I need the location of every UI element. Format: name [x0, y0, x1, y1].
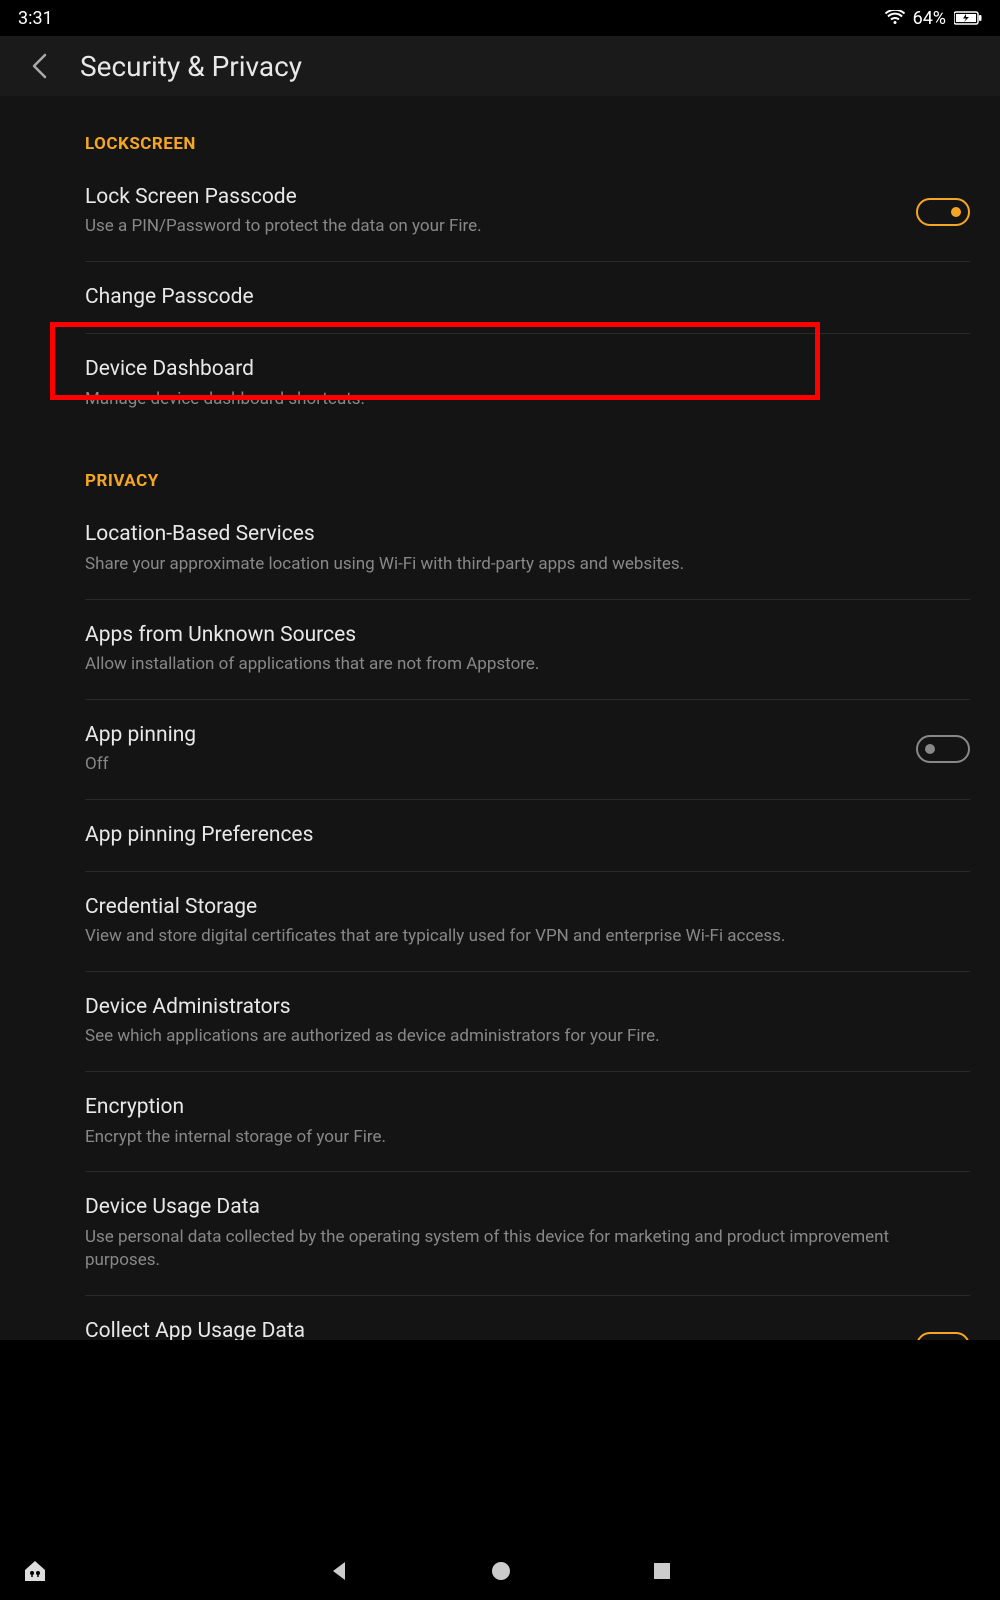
row-device-dashboard[interactable]: Device Dashboard Manage device dashboard…: [85, 334, 970, 433]
navigation-bar: [0, 1546, 1000, 1600]
row-title: Apps from Unknown Sources: [85, 622, 950, 649]
row-apps-unknown-sources[interactable]: Apps from Unknown Sources Allow installa…: [85, 600, 970, 700]
row-title: App pinning Preferences: [85, 822, 950, 849]
row-subtitle: Encrypt the internal storage of your Fir…: [85, 1126, 950, 1150]
row-title: Credential Storage: [85, 894, 950, 921]
nav-home-icon[interactable]: [490, 1560, 512, 1586]
row-title: Collect App Usage Data: [85, 1318, 896, 1340]
page-title: Security & Privacy: [80, 50, 302, 83]
row-subtitle: See which applications are authorized as…: [85, 1025, 950, 1049]
row-title: Lock Screen Passcode: [85, 184, 896, 211]
row-app-pinning[interactable]: App pinning Off: [85, 700, 970, 800]
battery-icon: [954, 11, 982, 25]
row-subtitle: Manage device dashboard shortcuts.: [85, 388, 950, 412]
row-credential-storage[interactable]: Credential Storage View and store digita…: [85, 872, 970, 972]
row-app-pinning-preferences[interactable]: App pinning Preferences: [85, 800, 970, 872]
back-icon[interactable]: [30, 52, 50, 80]
row-subtitle: Use a PIN/Password to protect the data o…: [85, 215, 896, 239]
section-lockscreen: LOCKSCREEN: [85, 96, 970, 162]
row-title: Device Usage Data: [85, 1194, 950, 1221]
status-bar: 3:31 64%: [0, 0, 1000, 36]
section-privacy: PRIVACY: [85, 433, 970, 499]
row-title: Location-Based Services: [85, 521, 950, 548]
toggle-app-pinning[interactable]: [916, 735, 970, 763]
row-location-based-services[interactable]: Location-Based Services Share your appro…: [85, 499, 970, 599]
toggle-collect-app-usage[interactable]: [916, 1332, 970, 1340]
row-change-passcode[interactable]: Change Passcode: [85, 262, 970, 334]
battery-percent: 64%: [913, 8, 946, 29]
content-area: LOCKSCREEN Lock Screen Passcode Use a PI…: [0, 96, 1000, 1340]
row-title: Device Dashboard: [85, 356, 950, 383]
row-collect-app-usage-data[interactable]: Collect App Usage Data Allow Appstore to…: [85, 1296, 970, 1340]
row-subtitle: View and store digital certificates that…: [85, 925, 950, 949]
row-device-usage-data[interactable]: Device Usage Data Use personal data coll…: [85, 1172, 970, 1296]
toggle-lock-screen-passcode[interactable]: [916, 198, 970, 226]
row-subtitle: Allow installation of applications that …: [85, 653, 950, 677]
row-title: App pinning: [85, 722, 896, 749]
row-title: Encryption: [85, 1094, 950, 1121]
row-subtitle: Off: [85, 753, 896, 777]
nav-recent-icon[interactable]: [652, 1561, 672, 1585]
smart-home-icon[interactable]: [22, 1558, 48, 1588]
status-time: 3:31: [18, 8, 53, 29]
wifi-icon: [885, 10, 905, 26]
row-subtitle: Share your approximate location using Wi…: [85, 553, 950, 577]
row-encryption[interactable]: Encryption Encrypt the internal storage …: [85, 1072, 970, 1172]
row-title: Device Administrators: [85, 994, 950, 1021]
row-subtitle: Use personal data collected by the opera…: [85, 1226, 950, 1274]
app-header: Security & Privacy: [0, 36, 1000, 96]
row-device-administrators[interactable]: Device Administrators See which applicat…: [85, 972, 970, 1072]
row-title: Change Passcode: [85, 284, 950, 311]
nav-back-icon[interactable]: [328, 1560, 350, 1586]
row-lock-screen-passcode[interactable]: Lock Screen Passcode Use a PIN/Password …: [85, 162, 970, 262]
status-right: 64%: [885, 8, 982, 29]
